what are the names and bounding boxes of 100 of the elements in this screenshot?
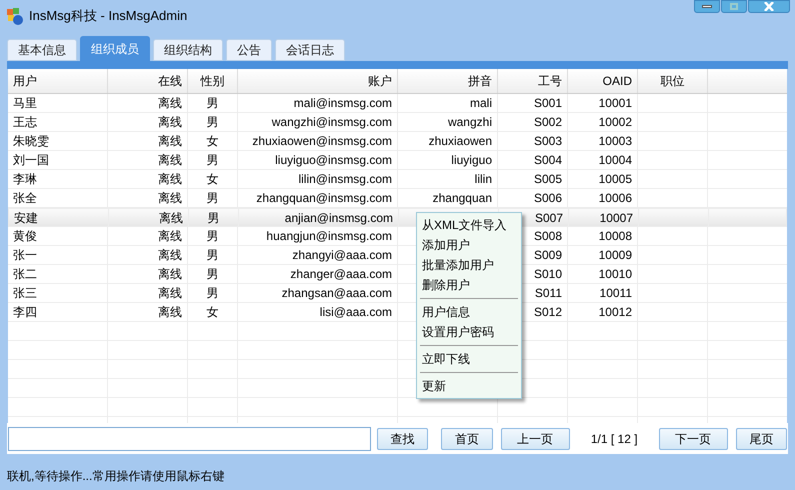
minimize-button[interactable] [694, 0, 720, 13]
table-cell-text: 10012 [598, 304, 632, 321]
table-cell-text: 安建 [14, 210, 38, 226]
table-cell-text: S007 [534, 210, 563, 226]
table-cell-text: 离线 [159, 210, 183, 226]
column-header[interactable]: 拼音 [398, 69, 498, 93]
table-cell-text: S010 [534, 266, 562, 283]
column-header[interactable]: 性别 [188, 69, 238, 93]
table-cell-text: lisi@aaa.com [320, 304, 392, 321]
table-cell-text: 10011 [600, 285, 632, 302]
status-text: 联机,等待操作...常用操作请使用鼠标右键 [7, 468, 224, 485]
table-cell-text: 男 [206, 190, 218, 207]
table-cell-text: S004 [534, 152, 562, 169]
table-cell-text: S009 [534, 247, 562, 264]
table-cell-text: 10001 [598, 95, 632, 112]
table-cell-text: S006 [534, 190, 562, 207]
table-cell-text: S003 [534, 133, 562, 150]
table-cell-text: 女 [206, 133, 218, 150]
column-header[interactable]: 职位 [638, 69, 708, 93]
table-cell-text: 张二 [13, 266, 37, 283]
table-cell-text: 离线 [158, 152, 182, 169]
table-cell-text: zhangquan@insmsg.com [256, 190, 392, 207]
table-cell-text: S002 [534, 114, 562, 131]
table-cell-text: lilin@insmsg.com [298, 171, 392, 188]
menu-item[interactable]: 设置用户密码 [420, 322, 518, 342]
table-cell-text: 黄俊 [13, 228, 37, 245]
table-cell-text: 离线 [158, 190, 182, 207]
table-cell-text: liuyiguo [451, 152, 492, 169]
menu-item[interactable]: 立即下线 [420, 349, 518, 369]
table-cell-text: 男 [206, 95, 218, 112]
table-cell-text: 马里 [13, 95, 37, 112]
table-cell-text: 女 [206, 304, 218, 321]
column-header[interactable]: 账户 [238, 69, 398, 93]
app-logo-icon [5, 6, 25, 26]
search-field[interactable] [8, 426, 372, 450]
column-header[interactable]: 在线 [108, 69, 188, 93]
table-cell-text: 10002 [598, 114, 632, 131]
table-cell-text: 男 [206, 285, 218, 302]
table-cell-text: 离线 [158, 114, 182, 131]
table-cell-text: 10007 [600, 210, 633, 226]
next-page-button[interactable]: 下一页 [658, 428, 728, 450]
column-header[interactable]: 用户 [8, 69, 108, 93]
last-page-button[interactable]: 尾页 [736, 428, 788, 450]
column-header[interactable]: 工号 [498, 69, 568, 93]
table-cell-text: 刘一国 [13, 152, 49, 169]
table-cell-text: mali [470, 95, 492, 112]
table-row[interactable]: 李琳 离线 女 lilin@insmsg.com lilin S005 10005 [8, 170, 787, 189]
table-cell-text: 离线 [158, 304, 182, 321]
table-cell-text: 离线 [158, 266, 182, 283]
table-cell-text: S011 [534, 285, 562, 302]
close-icon [763, 2, 775, 11]
table-cell-text: 离线 [158, 171, 182, 188]
table-cell-text: 男 [206, 152, 218, 169]
table-cell-text: anjian@insmsg.com [284, 210, 393, 226]
table-cell-text: 离线 [158, 228, 182, 245]
table-cell-text: 10005 [598, 171, 632, 188]
table-cell-text: 10009 [598, 247, 632, 264]
table-cell-text: lilin [474, 171, 492, 188]
menu-item[interactable]: 更新 [420, 376, 518, 396]
table-cell-text: wangzhi@insmsg.com [272, 114, 392, 131]
first-page-button[interactable]: 首页 [441, 428, 493, 450]
table-cell-text: S001 [534, 95, 562, 112]
table-cell-text: 10003 [598, 133, 632, 150]
table-row[interactable]: 朱晓雯 离线 女 zhuxiaowen@insmsg.com zhuxiaowen S003 10003 [8, 132, 787, 151]
table-cell-text: wangzhi [448, 114, 492, 131]
menu-item[interactable]: 用户信息 [420, 302, 518, 322]
close-button[interactable] [748, 0, 790, 13]
tab[interactable]: 基本信息 [7, 39, 77, 61]
table-row[interactable]: 刘一国 离线 男 liuyiguo@insmsg.com liuyiguo S004 10004 [8, 151, 787, 170]
table-cell-text: zhangsan@aaa.com [282, 285, 392, 302]
table-cell-text: 李琳 [13, 171, 37, 188]
table-cell-text: 10004 [598, 152, 632, 169]
table-cell-text: S008 [534, 228, 562, 245]
table-cell-text: 离线 [158, 285, 182, 302]
previous-page-button[interactable]: 上一页 [500, 428, 570, 450]
table-cell-text: 10010 [598, 266, 632, 283]
table-row[interactable]: 马里 离线 男 mali@insmsg.com mali S001 10001 [8, 94, 787, 113]
table-cell-text: huangjun@insmsg.com [266, 228, 392, 245]
tab[interactable]: 组织结构 [153, 39, 223, 61]
table-cell-text: 离线 [158, 95, 182, 112]
table-cell-text: 张三 [13, 285, 37, 302]
table-cell-text: 朱晓雯 [13, 133, 49, 150]
table-cell-text: 男 [206, 228, 218, 245]
tab[interactable]: 公告 [226, 39, 272, 61]
table-cell-text: 王志 [13, 114, 37, 131]
column-header[interactable]: OAID [568, 69, 638, 93]
table-cell-text: 离线 [158, 133, 182, 150]
table-cell-text: S005 [534, 171, 562, 188]
table-row[interactable]: 王志 离线 男 wangzhi@insmsg.com wangzhi S002 10002 [8, 113, 787, 132]
table-cell-text: 10006 [598, 190, 632, 207]
table-cell-text: zhanger@aaa.com [290, 266, 392, 283]
search-button[interactable]: 查找 [377, 428, 428, 450]
page-info: 1/1 [ 12 ] [590, 430, 639, 448]
table-cell-text: 张一 [13, 247, 37, 264]
table-cell-text: zhangyi@aaa.com [292, 247, 392, 264]
table-cell-text: S012 [534, 304, 562, 321]
table-cell-text: 男 [206, 247, 218, 264]
table-cell-text: zhangquan [432, 190, 492, 207]
tab[interactable]: 会话日志 [275, 39, 345, 61]
table-cell-text: 李四 [13, 304, 37, 321]
